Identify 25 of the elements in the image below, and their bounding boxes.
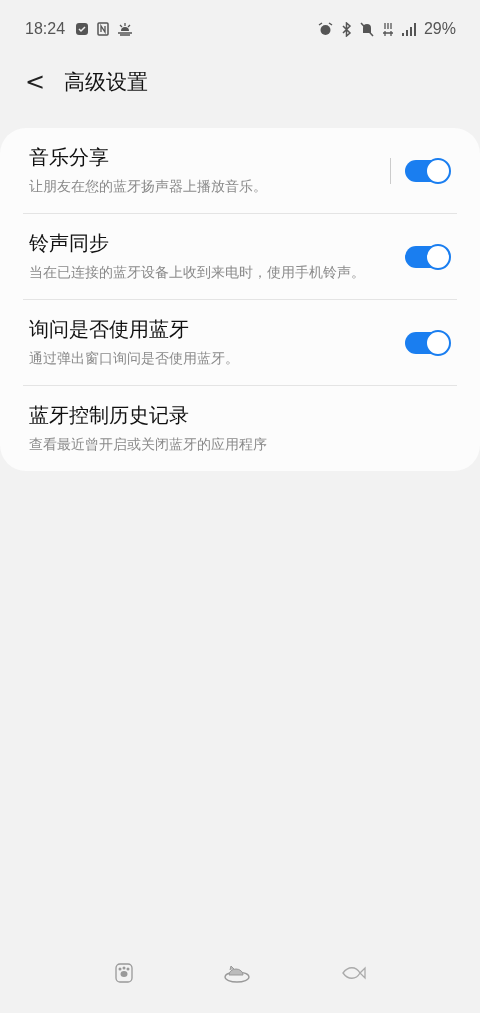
mute-icon xyxy=(359,21,374,37)
setting-description: 当在已连接的蓝牙设备上收到来电时，使用手机铃声。 xyxy=(29,263,366,282)
nfc-icon xyxy=(97,22,110,36)
setting-description: 查看最近曾开启或关闭蓝牙的应用程序 xyxy=(29,435,268,454)
battery-level: 29% xyxy=(423,20,456,38)
toggle-switch[interactable] xyxy=(405,331,449,354)
setting-description: 让朋友在您的蓝牙扬声器上播放音乐。 xyxy=(29,177,268,196)
paw-icon[interactable] xyxy=(114,962,135,984)
setting-title[interactable]: 音乐分享 xyxy=(29,144,390,171)
setting-title[interactable]: 询问是否使用蓝牙 xyxy=(29,316,405,343)
network-icon xyxy=(381,21,394,37)
alarm-icon xyxy=(317,21,333,37)
toggle-switch[interactable] xyxy=(405,159,449,182)
notification-icon xyxy=(75,22,90,36)
page-title: 高级设置 xyxy=(64,69,148,96)
toggle-switch[interactable] xyxy=(405,245,449,268)
setting-title[interactable]: 蓝牙控制历史记录 xyxy=(29,402,457,429)
setting-description: 通过弹出窗口询问是否使用蓝牙。 xyxy=(29,349,240,368)
vertical-divider xyxy=(390,157,391,184)
weather-icon xyxy=(117,22,134,36)
signal-icon xyxy=(401,22,416,36)
setting-title[interactable]: 铃声同步 xyxy=(29,230,405,257)
back-button[interactable]: < xyxy=(20,68,50,96)
status-time: 18:24 xyxy=(25,20,66,38)
bluetooth-icon xyxy=(340,21,352,37)
